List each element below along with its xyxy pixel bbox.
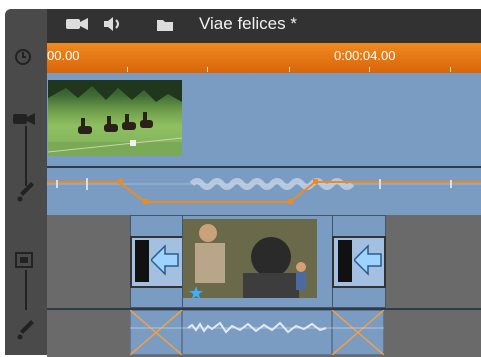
star-icon: ★	[188, 283, 205, 303]
clock-icon[interactable]	[14, 48, 32, 71]
timecode-left: 00.00	[47, 48, 80, 63]
timecode-ruler[interactable]	[47, 43, 481, 73]
transition-black-right	[338, 240, 352, 282]
arrow-left-icon	[352, 244, 382, 281]
audio-waveform-2[interactable]	[130, 310, 384, 355]
arrow-left-icon	[149, 244, 179, 281]
frame-icon[interactable]	[15, 252, 33, 273]
camera-icon[interactable]	[13, 112, 35, 131]
track-link-line	[25, 270, 27, 310]
timecode-right: 0:00:04.00	[334, 48, 396, 63]
folder-icon[interactable]	[157, 18, 173, 36]
audio-waveform-1[interactable]	[47, 166, 481, 213]
ruler-tick	[127, 67, 128, 72]
ruler-tick	[450, 67, 451, 72]
edit-audio-icon[interactable]	[17, 180, 35, 207]
ruler-tick	[207, 67, 208, 72]
ruler-tick	[369, 67, 370, 72]
transition-black-left	[135, 240, 149, 282]
project-title: Viae felices *	[199, 14, 297, 33]
camera-icon[interactable]	[66, 17, 88, 36]
track-link-line	[25, 126, 27, 186]
clip-thumbnail-horses[interactable]	[47, 80, 183, 156]
ruler-tick	[289, 67, 290, 72]
speaker-icon[interactable]	[103, 16, 123, 37]
edit-audio-icon[interactable]	[17, 318, 35, 345]
